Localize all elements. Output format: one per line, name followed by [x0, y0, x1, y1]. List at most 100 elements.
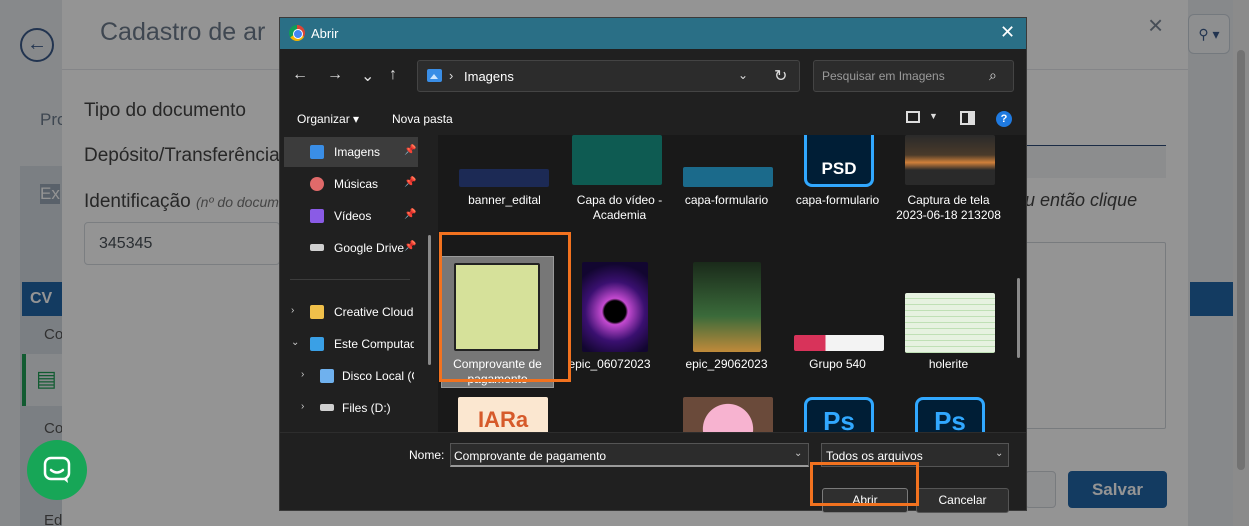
file-name: capa-formulario — [795, 193, 880, 207]
organize-menu[interactable]: Organizar ▾ — [297, 112, 359, 126]
sidebar-item-label: Google Drive — [334, 241, 405, 255]
drive-icon — [310, 244, 324, 251]
file-item[interactable]: Capa do vídeo - Academia — [560, 135, 671, 235]
file-item[interactable]: Grupo 540 — [782, 257, 893, 387]
image-thumbnail — [683, 167, 773, 187]
help-icon[interactable]: ? — [996, 111, 1012, 127]
creative-cloud-folder-icon — [310, 305, 324, 319]
search-input[interactable]: Pesquisar em Imagens ⌕ — [813, 60, 1014, 92]
file-item[interactable]: Ps — [893, 397, 1004, 432]
navigation-bar: ← → ⌄ ↑ › Imagens ⌄ ↻ Pesquisar em Image… — [280, 49, 1026, 103]
file-item[interactable]: epic_29062023 — [671, 257, 782, 387]
local-disk-icon — [320, 369, 334, 383]
image-thumbnail — [459, 169, 549, 187]
back-arrow-icon[interactable]: ← — [292, 66, 308, 84]
view-mode-icon[interactable] — [906, 111, 920, 123]
computer-icon — [310, 337, 324, 351]
search-icon[interactable]: ⌕ — [989, 67, 997, 84]
recent-locations-chevron-icon[interactable]: ⌄ — [361, 66, 374, 86]
sidebar-item-musicas[interactable]: Músicas 📌 — [280, 169, 420, 199]
image-folder-icon — [310, 145, 324, 159]
file-item[interactable]: capa-formulario — [671, 135, 782, 235]
sidebar-item-imagens[interactable]: Imagens 📌 — [284, 137, 418, 167]
sidebar-item-label: Músicas — [334, 177, 379, 191]
image-thumbnail — [905, 293, 995, 353]
breadcrumb-separator-icon: › — [449, 68, 454, 83]
image-thumbnail — [572, 135, 662, 185]
pin-icon[interactable]: 📌 — [404, 177, 416, 188]
file-name-label: Nome: — [409, 448, 445, 462]
chevron-down-icon[interactable]: ▼ — [929, 111, 938, 121]
sidebar-item-creative-cloud[interactable]: › Creative Cloud F — [280, 297, 420, 327]
file-item[interactable]: epic_06072023 — [560, 257, 671, 387]
new-folder-button[interactable]: Nova pasta — [392, 112, 453, 126]
image-thumbnail — [683, 397, 773, 432]
image-thumbnail — [794, 335, 884, 351]
drive-icon — [320, 404, 334, 411]
chevron-down-icon[interactable]: ⌄ — [995, 448, 1003, 459]
file-name: holerite — [928, 357, 969, 371]
file-item[interactable]: PSD capa-formulario — [782, 135, 893, 235]
dialog-titlebar[interactable]: Abrir ✕ — [280, 18, 1026, 49]
refresh-icon[interactable]: ↻ — [774, 66, 787, 86]
sidebar-item-label: Disco Local (C — [342, 369, 414, 383]
file-item[interactable]: holerite — [893, 257, 1004, 387]
file-name: banner_edital — [468, 193, 541, 207]
pin-icon[interactable]: 📌 — [404, 209, 416, 220]
chevron-down-icon[interactable]: ⌄ — [794, 448, 802, 459]
dialog-title: Abrir — [311, 26, 339, 41]
preview-pane-icon[interactable] — [960, 111, 975, 125]
file-grid-scrollbar[interactable] — [1017, 278, 1020, 358]
expand-chevron-icon[interactable]: › — [301, 369, 304, 380]
pin-icon[interactable]: 📌 — [404, 241, 416, 252]
image-thumbnail: IARa — [458, 397, 548, 432]
navigation-pane: Imagens 📌 Músicas 📌 Vídeos 📌 Google Driv… — [280, 135, 438, 432]
address-bar[interactable]: › Imagens ⌄ ↻ — [417, 60, 800, 92]
music-folder-icon — [310, 177, 324, 191]
breadcrumb-imagens[interactable]: Imagens — [464, 69, 514, 84]
forward-arrow-icon[interactable]: → — [327, 66, 343, 84]
open-file-dialog: Abrir ✕ ← → ⌄ ↑ › Imagens ⌄ ↻ Pesquisar … — [279, 17, 1027, 513]
chrome-icon — [289, 25, 305, 41]
file-item[interactable] — [671, 397, 782, 432]
file-item[interactable]: Captura de tela 2023-06-18 213208 — [893, 135, 1004, 235]
image-thumbnail — [582, 262, 648, 352]
close-icon[interactable]: ✕ — [1000, 22, 1015, 43]
image-thumbnail — [905, 135, 995, 185]
photoshop-file-icon: PSD — [804, 135, 874, 187]
sidebar-item-google-drive[interactable]: Google Drive 📌 — [280, 233, 420, 263]
file-name: capa-formulario — [684, 193, 769, 207]
chat-bubble-icon[interactable] — [27, 440, 87, 500]
cancel-button[interactable]: Cancelar — [916, 488, 1009, 513]
sidebar-item-label: Files (D:) — [342, 401, 391, 415]
sidebar-item-label: Imagens — [334, 145, 381, 159]
photoshop-file-icon: Ps — [804, 397, 874, 432]
image-thumbnail — [693, 262, 761, 352]
file-name: Captura de tela 2023-06-18 213208 — [896, 193, 1001, 222]
sidebar-item-disco-local[interactable]: › Disco Local (C — [280, 361, 420, 391]
file-item[interactable]: Ps — [782, 397, 893, 432]
photoshop-file-icon: Ps — [915, 397, 985, 432]
expand-chevron-icon[interactable]: › — [301, 401, 304, 412]
sidebar-item-videos[interactable]: Vídeos 📌 — [280, 201, 420, 231]
command-bar: Organizar ▾ Nova pasta ▼ ? — [280, 103, 1026, 135]
sidebar-item-este-computador[interactable]: ⌄ Este Computador — [280, 329, 420, 359]
collapse-chevron-icon[interactable]: ⌄ — [291, 337, 299, 348]
file-item[interactable]: banner_edital — [440, 135, 551, 235]
pictures-folder-icon — [427, 69, 442, 82]
file-name-input[interactable]: Comprovante de pagamento — [450, 443, 809, 467]
file-name: Grupo 540 — [809, 357, 866, 371]
file-item[interactable]: IARa — [446, 397, 557, 432]
sidebar-divider — [290, 279, 410, 280]
up-arrow-icon[interactable]: ↑ — [389, 66, 397, 84]
sidebar-scrollbar[interactable] — [428, 235, 431, 365]
highlight-selected-file — [439, 232, 571, 382]
expand-chevron-icon[interactable]: › — [291, 305, 294, 316]
highlight-open-button — [810, 462, 919, 506]
sidebar-item-files-d[interactable]: › Files (D:) — [280, 393, 420, 423]
file-name: epic_29062023 — [685, 357, 768, 371]
sidebar-item-label: Este Computador — [334, 337, 414, 351]
sidebar-item-label: Creative Cloud F — [334, 305, 414, 319]
chevron-down-icon[interactable]: ⌄ — [738, 68, 748, 82]
pin-icon[interactable]: 📌 — [404, 145, 416, 156]
